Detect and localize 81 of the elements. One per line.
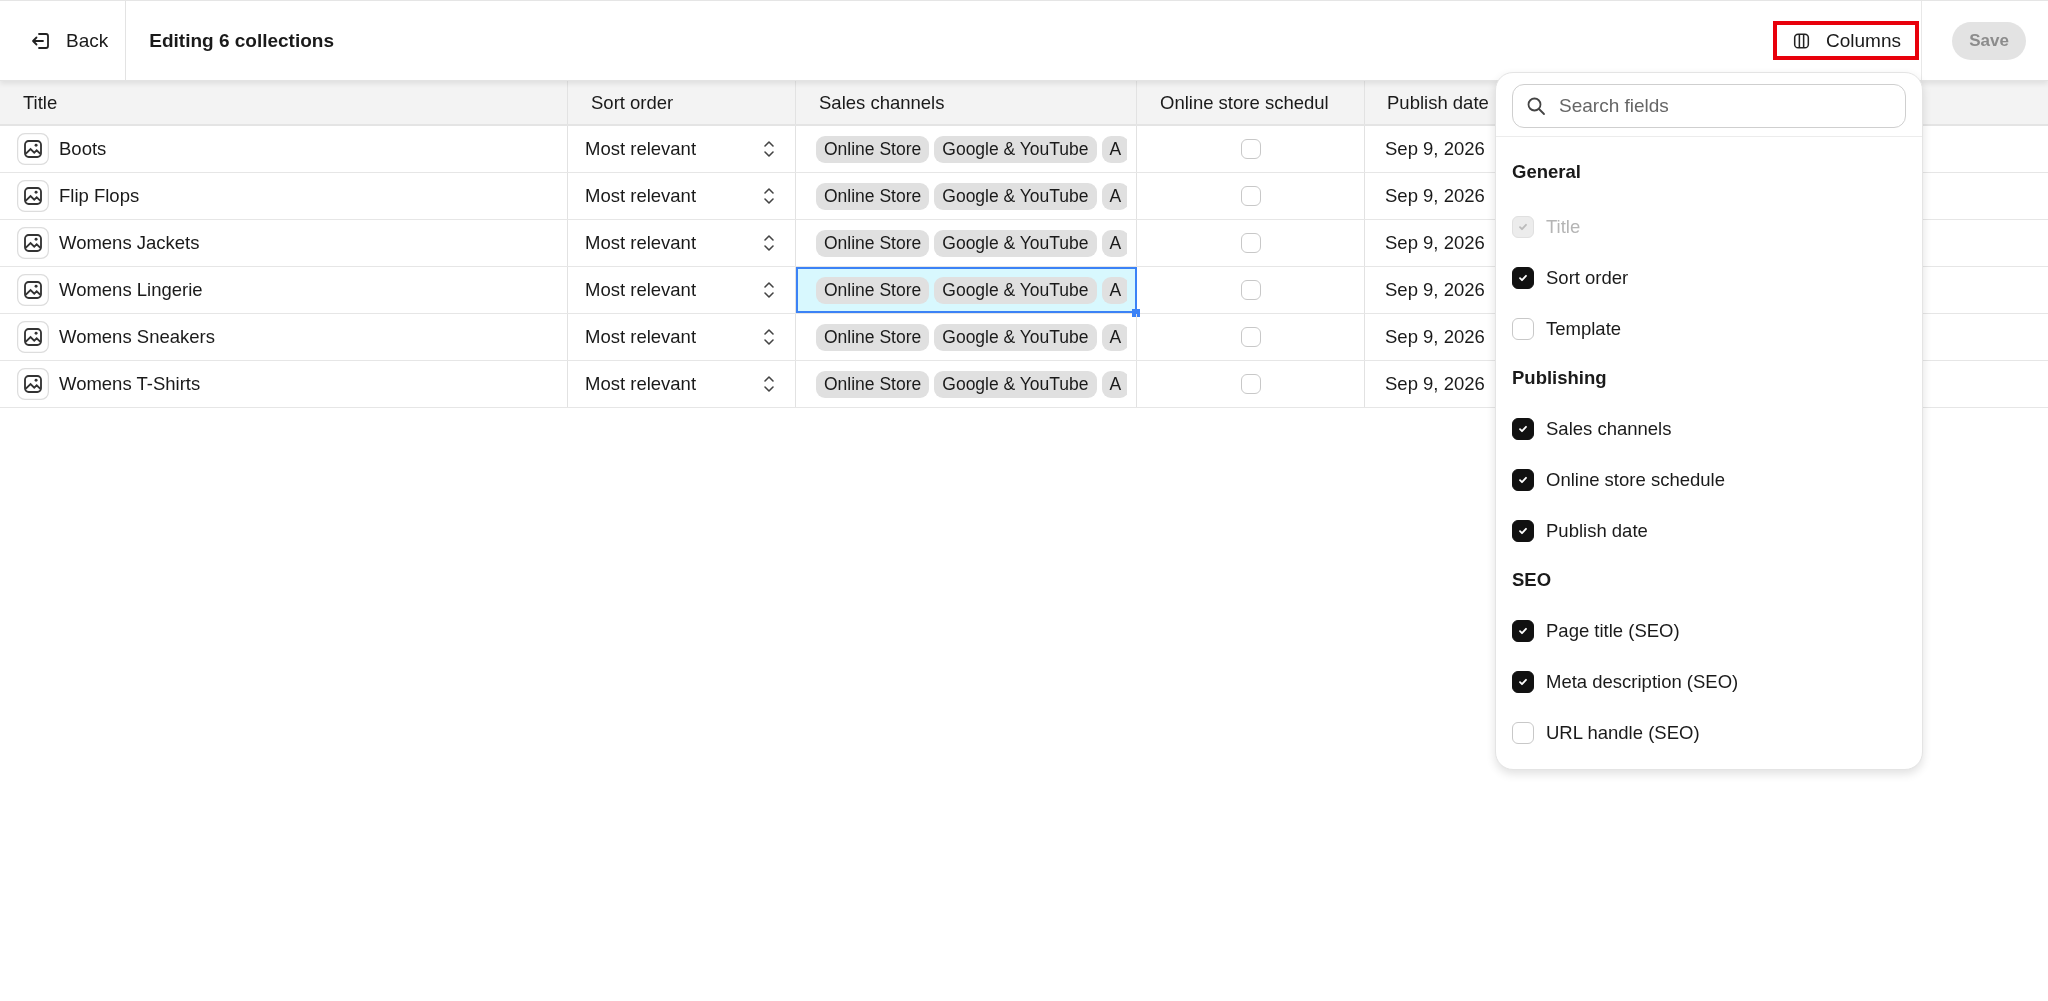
image-icon <box>17 368 49 400</box>
column-header: Publish date <box>1386 90 1490 115</box>
chevron-up-down-icon <box>763 187 775 205</box>
table-cell: Sep 9, 2026 <box>1385 138 1485 160</box>
channel-tag: Google & YouTube <box>934 182 1097 210</box>
table-cell: Womens Lingerie <box>59 279 203 301</box>
table-cell: Boots <box>59 138 107 160</box>
checkbox[interactable] <box>1512 468 1534 491</box>
column-header: Online store schedul <box>1137 81 1365 124</box>
column-option[interactable]: Online store schedule <box>1512 454 1906 505</box>
sales-channels-cell[interactable]: Online Store Google & YouTube A <box>796 314 1137 360</box>
channel-tag: A <box>1101 182 1127 210</box>
image-icon <box>17 133 49 165</box>
checkbox[interactable] <box>1512 519 1534 542</box>
checkbox[interactable] <box>1512 670 1534 693</box>
table-cell: Sep 9, 2026 <box>1385 326 1485 348</box>
channel-tag: A <box>1101 323 1127 351</box>
column-option[interactable]: Sort order <box>1512 252 1906 303</box>
page-title: Editing 6 collections <box>149 29 334 52</box>
channel-tag: Google & YouTube <box>934 323 1097 351</box>
column-option[interactable]: Page title (SEO) <box>1512 605 1906 656</box>
checkbox[interactable] <box>1512 417 1534 440</box>
columns-button[interactable]: Columns <box>1773 21 1919 60</box>
checkbox[interactable] <box>1512 619 1534 642</box>
channel-tag: Online Store <box>816 276 930 304</box>
back-button[interactable]: Back <box>20 21 119 60</box>
sort-order-select[interactable]: Most relevant <box>568 126 796 172</box>
columns-icon <box>1793 30 1810 51</box>
sales-channels-cell[interactable]: Online Store Google & YouTube A <box>796 220 1137 266</box>
search-icon <box>1526 96 1546 116</box>
channel-tag: A <box>1101 370 1127 398</box>
table-cell: Womens T-Shirts <box>59 373 201 395</box>
channel-tag: A <box>1101 135 1127 163</box>
column-option[interactable]: Template <box>1512 303 1906 354</box>
column-option[interactable]: URL handle (SEO) <box>1512 707 1906 758</box>
fill-handle[interactable] <box>1132 309 1140 317</box>
sort-order-select[interactable]: Most relevant <box>568 173 796 219</box>
table-cell: Sep 9, 2026 <box>1385 232 1485 254</box>
sales-channels-cell[interactable]: Online Store Google & YouTube A <box>796 173 1137 219</box>
sales-channels-cell[interactable]: Online Store Google & YouTube A <box>796 361 1137 407</box>
chevron-up-down-icon <box>763 140 775 158</box>
column-option[interactable]: Publish date <box>1512 505 1906 556</box>
table-cell: Sep 9, 2026 <box>1385 185 1485 207</box>
group-heading: Publishing <box>1512 365 1608 390</box>
image-icon <box>17 180 49 212</box>
image-icon <box>17 227 49 259</box>
channel-tag: A <box>1101 229 1127 257</box>
table-cell: Womens Jackets <box>59 232 200 254</box>
chevron-up-down-icon <box>763 234 775 252</box>
channel-tag: Online Store <box>816 182 930 210</box>
channel-tag: Google & YouTube <box>934 276 1097 304</box>
image-icon <box>17 321 49 353</box>
table-cell: Womens Sneakers <box>59 326 215 348</box>
image-icon <box>17 274 49 306</box>
chevron-up-down-icon <box>763 281 775 299</box>
column-header: Title <box>0 81 568 124</box>
table-cell: Sep 9, 2026 <box>1385 279 1485 301</box>
channel-tag: Online Store <box>816 370 930 398</box>
checkbox[interactable] <box>1512 266 1534 289</box>
chevron-up-down-icon <box>763 328 775 346</box>
sort-order-select[interactable]: Most relevant <box>568 220 796 266</box>
column-header: Sort order <box>568 81 796 124</box>
channel-tag: Online Store <box>816 323 930 351</box>
channel-tag: Online Store <box>816 229 930 257</box>
column-option[interactable]: Meta description (SEO) <box>1512 656 1906 707</box>
channel-tag: Google & YouTube <box>934 370 1097 398</box>
channel-tag: Online Store <box>816 135 930 163</box>
table-cell: Sep 9, 2026 <box>1385 373 1485 395</box>
column-option[interactable]: Sales channels <box>1512 403 1906 454</box>
sort-order-select[interactable]: Most relevant <box>568 361 796 407</box>
table-cell: Flip Flops <box>59 185 140 207</box>
channel-tag: Google & YouTube <box>934 135 1097 163</box>
chevron-up-down-icon <box>763 375 775 393</box>
sort-order-select[interactable]: Most relevant <box>568 314 796 360</box>
group-heading: SEO <box>1512 567 1553 592</box>
sales-channels-cell[interactable]: Online Store Google & YouTube A <box>796 126 1137 172</box>
search-field[interactable]: Search fields <box>1512 84 1906 128</box>
column-header: Sales channels <box>796 81 1137 124</box>
group-heading: General <box>1512 160 1582 184</box>
channel-tag: Google & YouTube <box>934 229 1097 257</box>
channel-tag: A <box>1101 276 1127 304</box>
